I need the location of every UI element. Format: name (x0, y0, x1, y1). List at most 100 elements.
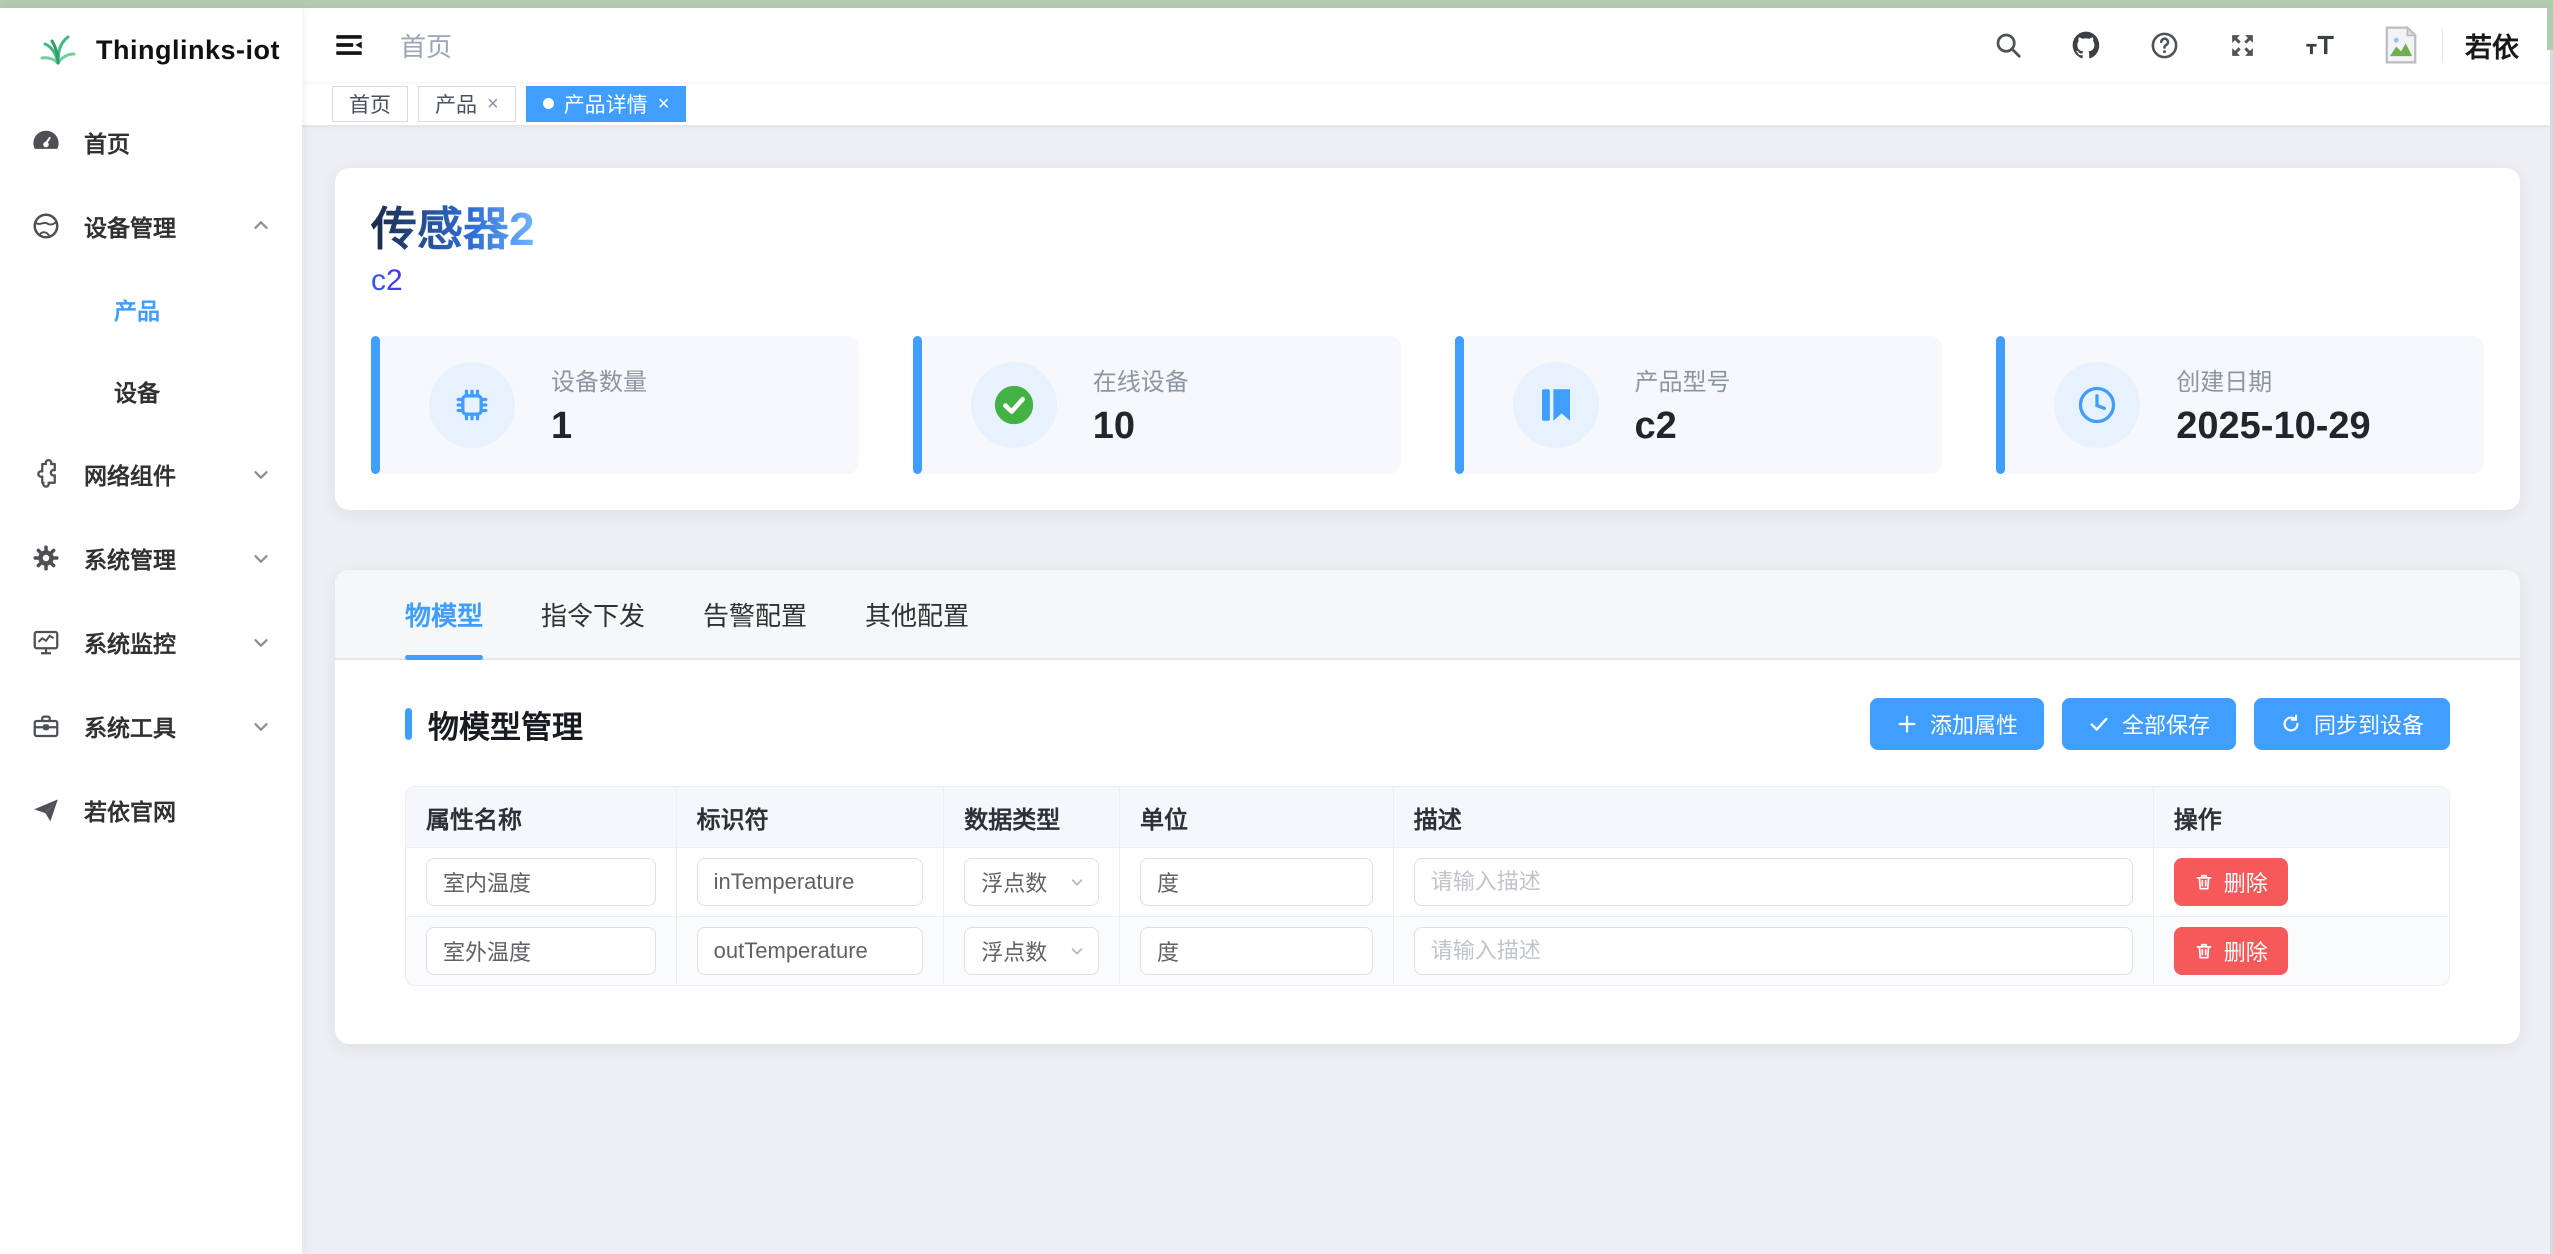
sidebar-item-label: 设备管理 (84, 209, 250, 243)
description-input[interactable] (1414, 927, 2133, 975)
column-header: 数据类型 (943, 787, 1119, 847)
breadcrumb[interactable]: 首页 (400, 27, 452, 64)
attribute-name-input[interactable] (426, 858, 656, 906)
column-header: 属性名称 (406, 787, 676, 847)
section-title: 物模型管理 (405, 702, 583, 747)
identifier-input[interactable] (697, 858, 924, 906)
save-all-button[interactable]: 全部保存 (2062, 698, 2236, 750)
tag-home[interactable]: 首页 (332, 86, 408, 122)
table-header-row: 属性名称 标识符 数据类型 单位 描述 操作 (406, 787, 2449, 847)
chevron-down-icon (1068, 942, 1086, 960)
tag-label: 首页 (349, 89, 391, 119)
sidebar-item-device[interactable]: 设备 (0, 350, 302, 432)
refresh-icon (2280, 713, 2302, 735)
section-header: 物模型管理 添加属性 全部保存 (335, 698, 2520, 750)
clock-icon (2054, 362, 2140, 448)
close-icon[interactable]: × (487, 94, 499, 114)
column-header: 单位 (1119, 787, 1393, 847)
sidebar-item-ruoyi-website[interactable]: 若依官网 (0, 768, 302, 852)
username[interactable]: 若依 (2465, 26, 2519, 65)
stat-value: c2 (1635, 405, 1731, 448)
tag-label: 产品详情 (564, 89, 648, 119)
sidebar-item-label: 系统管理 (84, 541, 250, 575)
sidebar-item-label: 网络组件 (84, 457, 250, 491)
stat-cards: 设备数量 1 在线设备 (371, 336, 2484, 474)
accent-bar (1996, 336, 2005, 474)
avatar-broken-image-icon (2382, 24, 2420, 66)
logo[interactable]: Thinglinks-iot (0, 8, 302, 92)
stat-label: 设备数量 (551, 362, 647, 397)
globe-icon (30, 210, 62, 242)
chevron-down-icon (250, 463, 272, 485)
divider (2442, 29, 2443, 61)
stat-card-product-model: 产品型号 c2 (1455, 336, 1943, 474)
sidebar-toggle-icon[interactable] (332, 28, 366, 62)
sidebar-item-system-monitor[interactable]: 系统监控 (0, 600, 302, 684)
font-size-icon[interactable] (2304, 29, 2336, 61)
sidebar-item-system-management[interactable]: 系统管理 (0, 516, 302, 600)
datatype-select[interactable]: 浮点数 (964, 927, 1099, 975)
product-key: c2 (371, 260, 403, 302)
accent-bar (913, 336, 922, 474)
identifier-input[interactable] (697, 927, 924, 975)
github-icon[interactable] (2070, 29, 2102, 61)
chevron-down-icon (250, 547, 272, 569)
user-menu[interactable]: 若依 (2382, 24, 2519, 66)
dashboard-icon (30, 126, 62, 158)
trash-icon (2194, 872, 2214, 892)
chevron-down-icon (250, 715, 272, 737)
attributes-table: 属性名称 标识符 数据类型 单位 描述 操作 (405, 786, 2450, 986)
edge-green-notch (2547, 8, 2553, 50)
check-circle-icon (971, 362, 1057, 448)
description-input[interactable] (1414, 858, 2133, 906)
check-icon (2088, 713, 2110, 735)
stat-label: 创建日期 (2176, 362, 2370, 397)
paper-plane-icon (30, 794, 62, 826)
table-row: 浮点数 (406, 847, 2449, 916)
stat-card-created-date: 创建日期 2025-10-29 (1996, 336, 2484, 474)
tag-label: 产品 (435, 89, 477, 119)
page-title: 传感器2 (371, 198, 535, 260)
tab-other-config[interactable]: 其他配置 (865, 570, 969, 658)
tab-command-dispatch[interactable]: 指令下发 (541, 570, 645, 658)
sidebar-item-system-tools[interactable]: 系统工具 (0, 684, 302, 768)
unit-input[interactable] (1140, 858, 1373, 906)
top-navbar: 首页 (302, 8, 2553, 82)
unit-input[interactable] (1140, 927, 1373, 975)
sidebar-item-home[interactable]: 首页 (0, 100, 302, 184)
sidebar-item-network-components[interactable]: 网络组件 (0, 432, 302, 516)
fullscreen-icon[interactable] (2226, 29, 2258, 61)
chevron-down-icon (1068, 873, 1086, 891)
puzzle-icon (30, 458, 62, 490)
tab-label: 其他配置 (865, 596, 969, 633)
tag-product-detail[interactable]: 产品详情 × (526, 86, 687, 122)
delete-button[interactable]: 删除 (2174, 858, 2288, 906)
tab-thing-model[interactable]: 物模型 (405, 570, 483, 658)
bookmark-icon (1513, 362, 1599, 448)
search-icon[interactable] (1992, 29, 2024, 61)
tab-alarm-config[interactable]: 告警配置 (703, 570, 807, 658)
sidebar-item-device-management[interactable]: 设备管理 (0, 184, 302, 268)
sync-to-device-button[interactable]: 同步到设备 (2254, 698, 2450, 750)
toolbar: 添加属性 全部保存 (1870, 698, 2450, 750)
sidebar-item-product[interactable]: 产品 (0, 268, 302, 350)
table-row: 浮点数 (406, 916, 2449, 985)
column-header: 描述 (1393, 787, 2153, 847)
tag-product[interactable]: 产品 × (418, 86, 516, 122)
attribute-name-input[interactable] (426, 927, 656, 975)
tab-label: 指令下发 (541, 596, 645, 633)
stat-value: 1 (551, 405, 647, 448)
tags-view-bar: 首页 产品 × 产品详情 × (302, 82, 2553, 126)
help-icon[interactable] (2148, 29, 2180, 61)
delete-button[interactable]: 删除 (2174, 927, 2288, 975)
stat-label: 在线设备 (1093, 362, 1189, 397)
add-attribute-button[interactable]: 添加属性 (1870, 698, 2044, 750)
sidebar: Thinglinks-iot 首页 (0, 8, 302, 1254)
sidebar-item-label: 设备 (114, 374, 160, 408)
datatype-select[interactable]: 浮点数 (964, 858, 1099, 906)
sidebar-item-label: 系统工具 (84, 709, 250, 743)
stat-label: 产品型号 (1635, 362, 1731, 397)
close-icon[interactable]: × (658, 94, 670, 114)
column-header: 标识符 (676, 787, 944, 847)
app-title: Thinglinks-iot (96, 35, 280, 66)
